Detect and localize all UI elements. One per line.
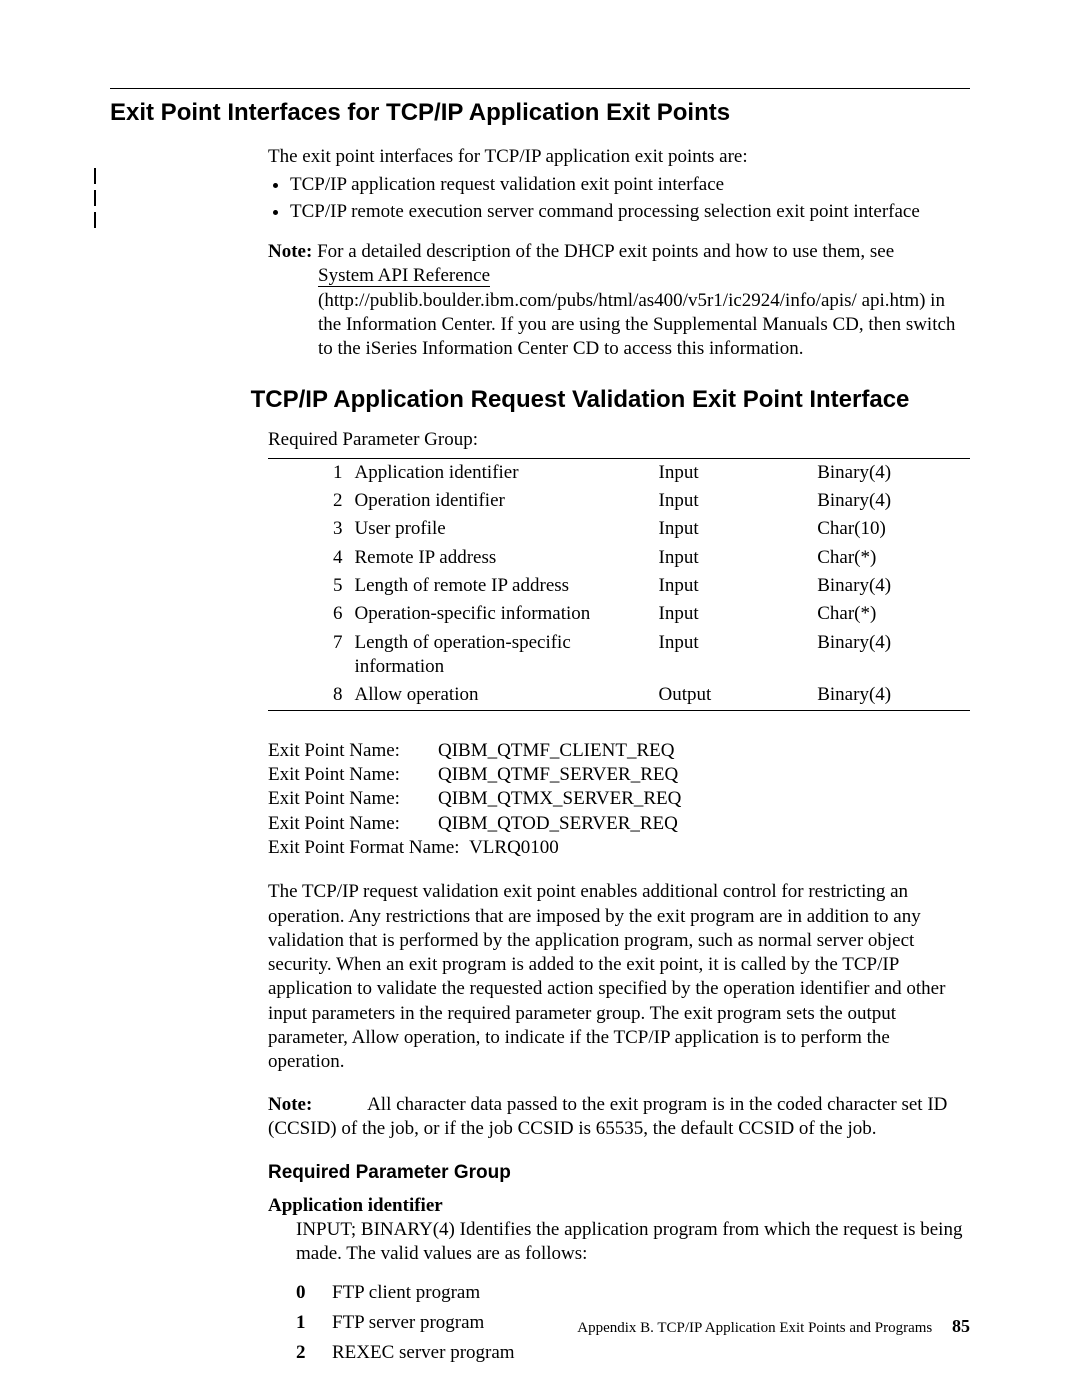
param-def-name: Application identifier	[268, 1194, 970, 1218]
revision-bar	[94, 168, 96, 184]
param-type: Char(*)	[811, 544, 970, 572]
intro-block: The exit point interfaces for TCP/IP app…	[268, 145, 970, 362]
param-io: Input	[653, 629, 812, 682]
exit-point-label: Exit Point Name:	[268, 812, 438, 836]
exit-point-format-value: VLRQ0100	[469, 836, 559, 860]
exit-point-label: Exit Point Name:	[268, 739, 438, 763]
revision-bar	[94, 212, 96, 228]
table-row: 6 Operation-specific information Input C…	[268, 600, 970, 628]
param-name: Allow operation	[348, 681, 652, 709]
param-group-label: Required Parameter Group:	[268, 428, 970, 452]
param-io: Output	[653, 681, 812, 709]
table-row: 2 Operation identifier Input Binary(4)	[268, 487, 970, 515]
param-io: Input	[653, 459, 812, 487]
intro-bullet: TCP/IP application request validation ex…	[290, 173, 970, 197]
note-block: Note: For a detailed description of the …	[268, 240, 970, 362]
param-type: Binary(4)	[811, 572, 970, 600]
param-number: 1	[268, 459, 348, 487]
param-number: 5	[268, 572, 348, 600]
param-number: 8	[268, 681, 348, 709]
param-name: Length of remote IP address	[348, 572, 652, 600]
param-type: Char(10)	[811, 515, 970, 543]
exit-point-format-label: Exit Point Format Name:	[268, 836, 460, 860]
valid-value-number: 1	[296, 1311, 332, 1335]
note-body: All character data passed to the exit pr…	[268, 1094, 947, 1139]
note-block: Note: All character data passed to the e…	[268, 1093, 970, 1142]
param-type: Binary(4)	[811, 459, 970, 487]
param-io: Input	[653, 600, 812, 628]
param-name: Application identifier	[348, 459, 652, 487]
param-number: 7	[268, 629, 348, 682]
exit-point-value: QIBM_QTOD_SERVER_REQ	[438, 812, 678, 836]
param-type: Binary(4)	[811, 681, 970, 709]
param-def-desc: INPUT; BINARY(4) Identifies the applicat…	[296, 1218, 970, 1267]
exit-point-label: Exit Point Name:	[268, 763, 438, 787]
param-type: Binary(4)	[811, 629, 970, 682]
revision-bar	[94, 190, 96, 206]
valid-value-text: REXEC server program	[332, 1341, 515, 1365]
param-number: 4	[268, 544, 348, 572]
page-number: 85	[952, 1316, 970, 1336]
param-table: 1 Application identifier Input Binary(4)…	[268, 458, 970, 711]
param-number: 3	[268, 515, 348, 543]
rule-top	[110, 88, 970, 89]
valid-value-number: 0	[296, 1281, 332, 1305]
note-label: Note:	[268, 241, 312, 262]
exit-point-value: QIBM_QTMF_CLIENT_REQ	[438, 739, 674, 763]
table-row: 5 Length of remote IP address Input Bina…	[268, 572, 970, 600]
table-row: 8 Allow operation Output Binary(4)	[268, 681, 970, 709]
valid-value-text: FTP client program	[332, 1281, 480, 1305]
param-definition: Application identifier INPUT; BINARY(4) …	[268, 1194, 970, 1366]
param-type: Char(*)	[811, 600, 970, 628]
note-lead: For a detailed description of the DHCP e…	[317, 241, 894, 262]
valid-value-number: 2	[296, 1341, 332, 1365]
param-number: 6	[268, 600, 348, 628]
param-io: Input	[653, 572, 812, 600]
param-name: Operation identifier	[348, 487, 652, 515]
page: Exit Point Interfaces for TCP/IP Applica…	[0, 0, 1080, 1397]
intro-bullet: TCP/IP remote execution server command p…	[290, 200, 970, 224]
param-io: Input	[653, 544, 812, 572]
param-io: Input	[653, 515, 812, 543]
intro-list: TCP/IP application request validation ex…	[268, 173, 970, 224]
exit-point-label: Exit Point Name:	[268, 787, 438, 811]
exit-point-names: Exit Point Name:QIBM_QTMF_CLIENT_REQ Exi…	[268, 739, 970, 861]
link-system-api-reference[interactable]: System API Reference	[318, 265, 490, 287]
exit-point-value: QIBM_QTMX_SERVER_REQ	[438, 787, 681, 811]
note-continuation: (http://publib.boulder.ibm.com/pubs/html…	[318, 290, 955, 360]
table-row: 4 Remote IP address Input Char(*)	[268, 544, 970, 572]
param-name: User profile	[348, 515, 652, 543]
heading-2: TCP/IP Application Request Validation Ex…	[190, 386, 970, 414]
heading-1: Exit Point Interfaces for TCP/IP Applica…	[110, 99, 970, 127]
valid-value-text: FTP server program	[332, 1311, 484, 1335]
heading-3: Required Parameter Group	[268, 1161, 970, 1185]
param-number: 2	[268, 487, 348, 515]
param-section: Required Parameter Group: 1 Application …	[268, 428, 970, 1366]
table-row: 7 Length of operation-specific informati…	[268, 629, 970, 682]
param-io: Input	[653, 487, 812, 515]
param-name: Remote IP address	[348, 544, 652, 572]
footer-text: Appendix B. TCP/IP Application Exit Poin…	[577, 1320, 932, 1336]
param-name: Length of operation-specific information	[348, 629, 652, 682]
note-body: System API Reference (http://publib.boul…	[318, 264, 970, 361]
exit-point-value: QIBM_QTMF_SERVER_REQ	[438, 763, 678, 787]
intro-lead: The exit point interfaces for TCP/IP app…	[268, 145, 970, 169]
description-paragraph: The TCP/IP request validation exit point…	[268, 880, 970, 1075]
param-type: Binary(4)	[811, 487, 970, 515]
param-name: Operation-specific information	[348, 600, 652, 628]
table-row: 3 User profile Input Char(10)	[268, 515, 970, 543]
table-row: 1 Application identifier Input Binary(4)	[268, 459, 970, 487]
note-label: Note:	[268, 1094, 312, 1115]
page-footer: Appendix B. TCP/IP Application Exit Poin…	[577, 1316, 970, 1337]
